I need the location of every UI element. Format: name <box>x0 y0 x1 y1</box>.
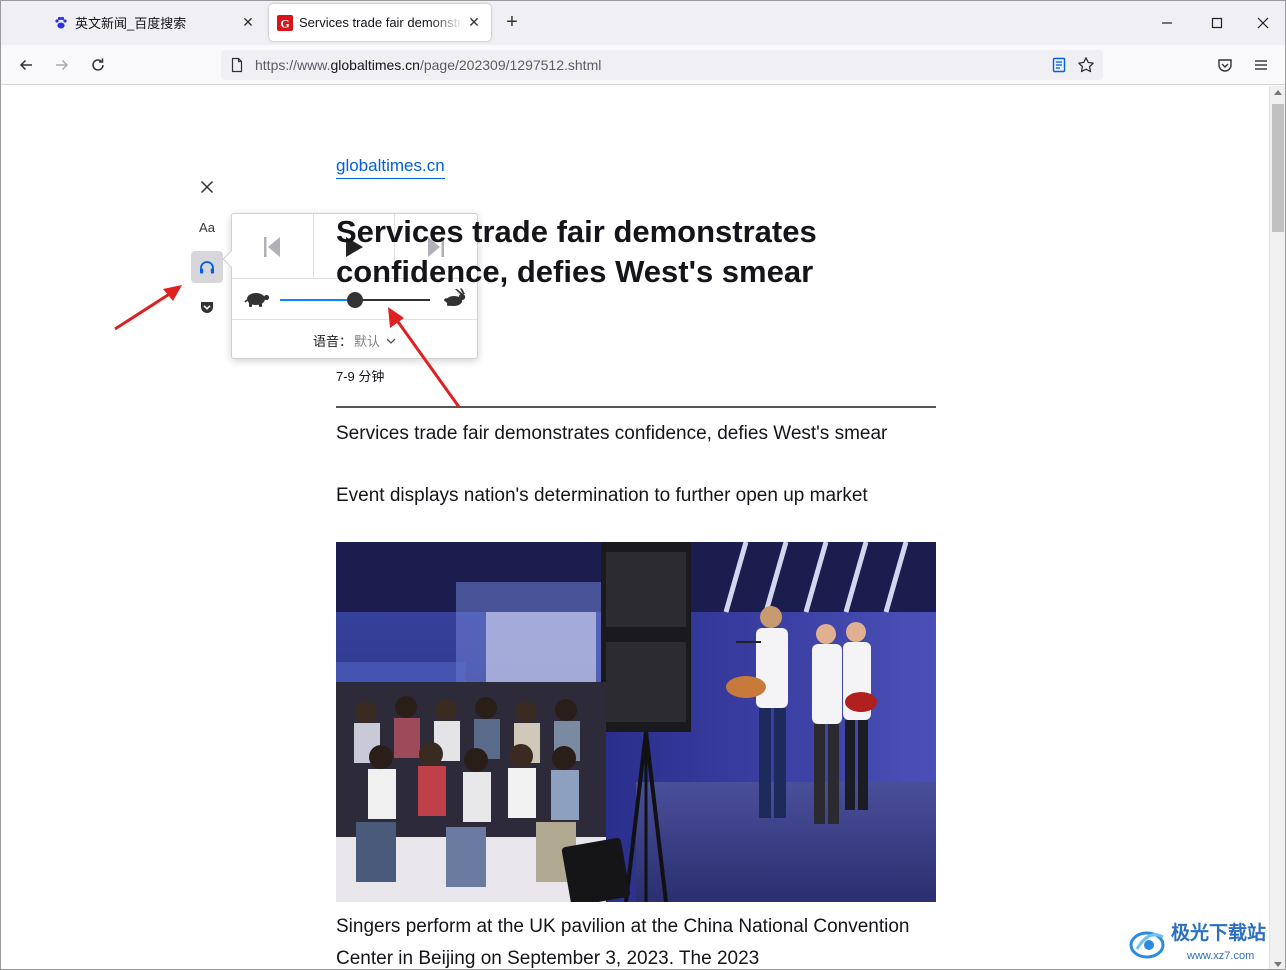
close-tab-icon[interactable]: ✕ <box>463 12 485 34</box>
minimize-icon <box>1162 22 1172 24</box>
tab-baidu-search[interactable]: 英文新闻_百度搜索 ✕ <box>43 4 265 41</box>
baidu-paw-icon <box>53 15 69 31</box>
tab-strip: 英文新闻_百度搜索 ✕ G Services trade fair demons… <box>1 1 1285 45</box>
url-text: https://www.globaltimes.cn/page/202309/1… <box>255 57 601 73</box>
narrate-button[interactable] <box>191 251 223 283</box>
article-paragraph: Event displays nation's determination to… <box>336 485 868 506</box>
navigation-toolbar: https://www.globaltimes.cn/page/202309/1… <box>1 45 1285 85</box>
app-menu-button[interactable] <box>1247 51 1275 79</box>
close-icon <box>200 180 214 194</box>
article-headline: Services trade fair demonstrates confide… <box>336 214 817 289</box>
voice-label: 语音： <box>312 333 352 349</box>
photo-caption: Singers perform at the UK pavilion at th… <box>336 916 910 969</box>
reader-view-icon[interactable] <box>1050 56 1068 74</box>
tab-title: Services trade fair demonstrates confide… <box>299 15 463 30</box>
reading-time: 7-9 分钟 <box>336 369 385 384</box>
close-icon <box>1257 17 1269 29</box>
watermark-logo: 极光下载站 www.xz7.com <box>1127 919 1283 965</box>
reload-button[interactable] <box>84 51 112 79</box>
maximize-icon <box>1211 17 1223 29</box>
skip-previous-icon <box>264 236 281 257</box>
voice-selector[interactable]: 语音： 默认 <box>232 321 477 359</box>
divider <box>336 406 936 408</box>
back-button[interactable] <box>12 51 40 79</box>
article-photo <box>336 542 936 902</box>
close-tab-icon[interactable]: ✕ <box>237 12 259 34</box>
url-path: /page/202309/1297512.shtml <box>419 57 602 73</box>
hamburger-menu-icon <box>1255 60 1267 70</box>
vertical-scrollbar[interactable] <box>1269 86 1285 969</box>
type-controls-button[interactable]: Aa <box>191 211 223 243</box>
url-host: globaltimes.cn <box>330 57 420 73</box>
speed-slider-thumb[interactable] <box>347 292 363 308</box>
reload-icon <box>92 58 104 71</box>
reader-view-content: Aa 语音： 默认 globaltimes.cn Services trade … <box>1 86 1269 969</box>
save-to-pocket-button[interactable] <box>191 291 223 323</box>
turtle-slow-icon <box>244 288 270 315</box>
article-paragraph: Services trade fair demonstrates confide… <box>336 423 888 444</box>
new-tab-button[interactable]: + <box>501 11 523 33</box>
address-bar[interactable]: https://www.globaltimes.cn/page/202309/1… <box>221 50 1103 80</box>
font-size-icon: Aa <box>199 219 215 235</box>
watermark-text: 极光下载站 <box>1171 921 1266 944</box>
pocket-icon <box>1218 59 1232 72</box>
skip-previous-button[interactable] <box>232 214 314 279</box>
url-prefix: https://www. <box>255 57 331 73</box>
maximize-button[interactable] <box>1202 9 1232 37</box>
browser-window: 英文新闻_百度搜索 ✕ G Services trade fair demons… <box>0 0 1286 970</box>
close-reader-button[interactable] <box>191 171 223 203</box>
site-domain-link[interactable]: globaltimes.cn <box>336 156 445 179</box>
tab-globaltimes[interactable]: G Services trade fair demonstrates confi… <box>269 4 491 41</box>
scroll-up-icon[interactable] <box>1274 90 1282 95</box>
minimize-button[interactable] <box>1152 9 1182 37</box>
bookmark-star-icon[interactable] <box>1077 56 1095 74</box>
pocket-icon <box>201 302 213 313</box>
tab-title: 英文新闻_百度搜索 <box>75 16 187 31</box>
page-icon <box>229 57 245 73</box>
voice-value: 默认 <box>354 333 381 349</box>
close-window-button[interactable] <box>1248 9 1278 37</box>
pocket-button[interactable] <box>1211 51 1239 79</box>
headphones-icon <box>200 261 214 274</box>
chevron-down-icon <box>386 333 396 348</box>
svg-text:G: G <box>280 16 289 30</box>
speed-slider-fill <box>280 299 355 301</box>
forward-button[interactable] <box>48 51 76 79</box>
scrollbar-thumb[interactable] <box>1272 104 1284 232</box>
forward-arrow-icon <box>56 59 69 71</box>
back-arrow-icon <box>19 59 32 71</box>
rabbit-fast-icon <box>443 288 469 315</box>
watermark-url: www.xz7.com <box>1186 950 1254 962</box>
globaltimes-g-icon: G <box>277 14 293 31</box>
